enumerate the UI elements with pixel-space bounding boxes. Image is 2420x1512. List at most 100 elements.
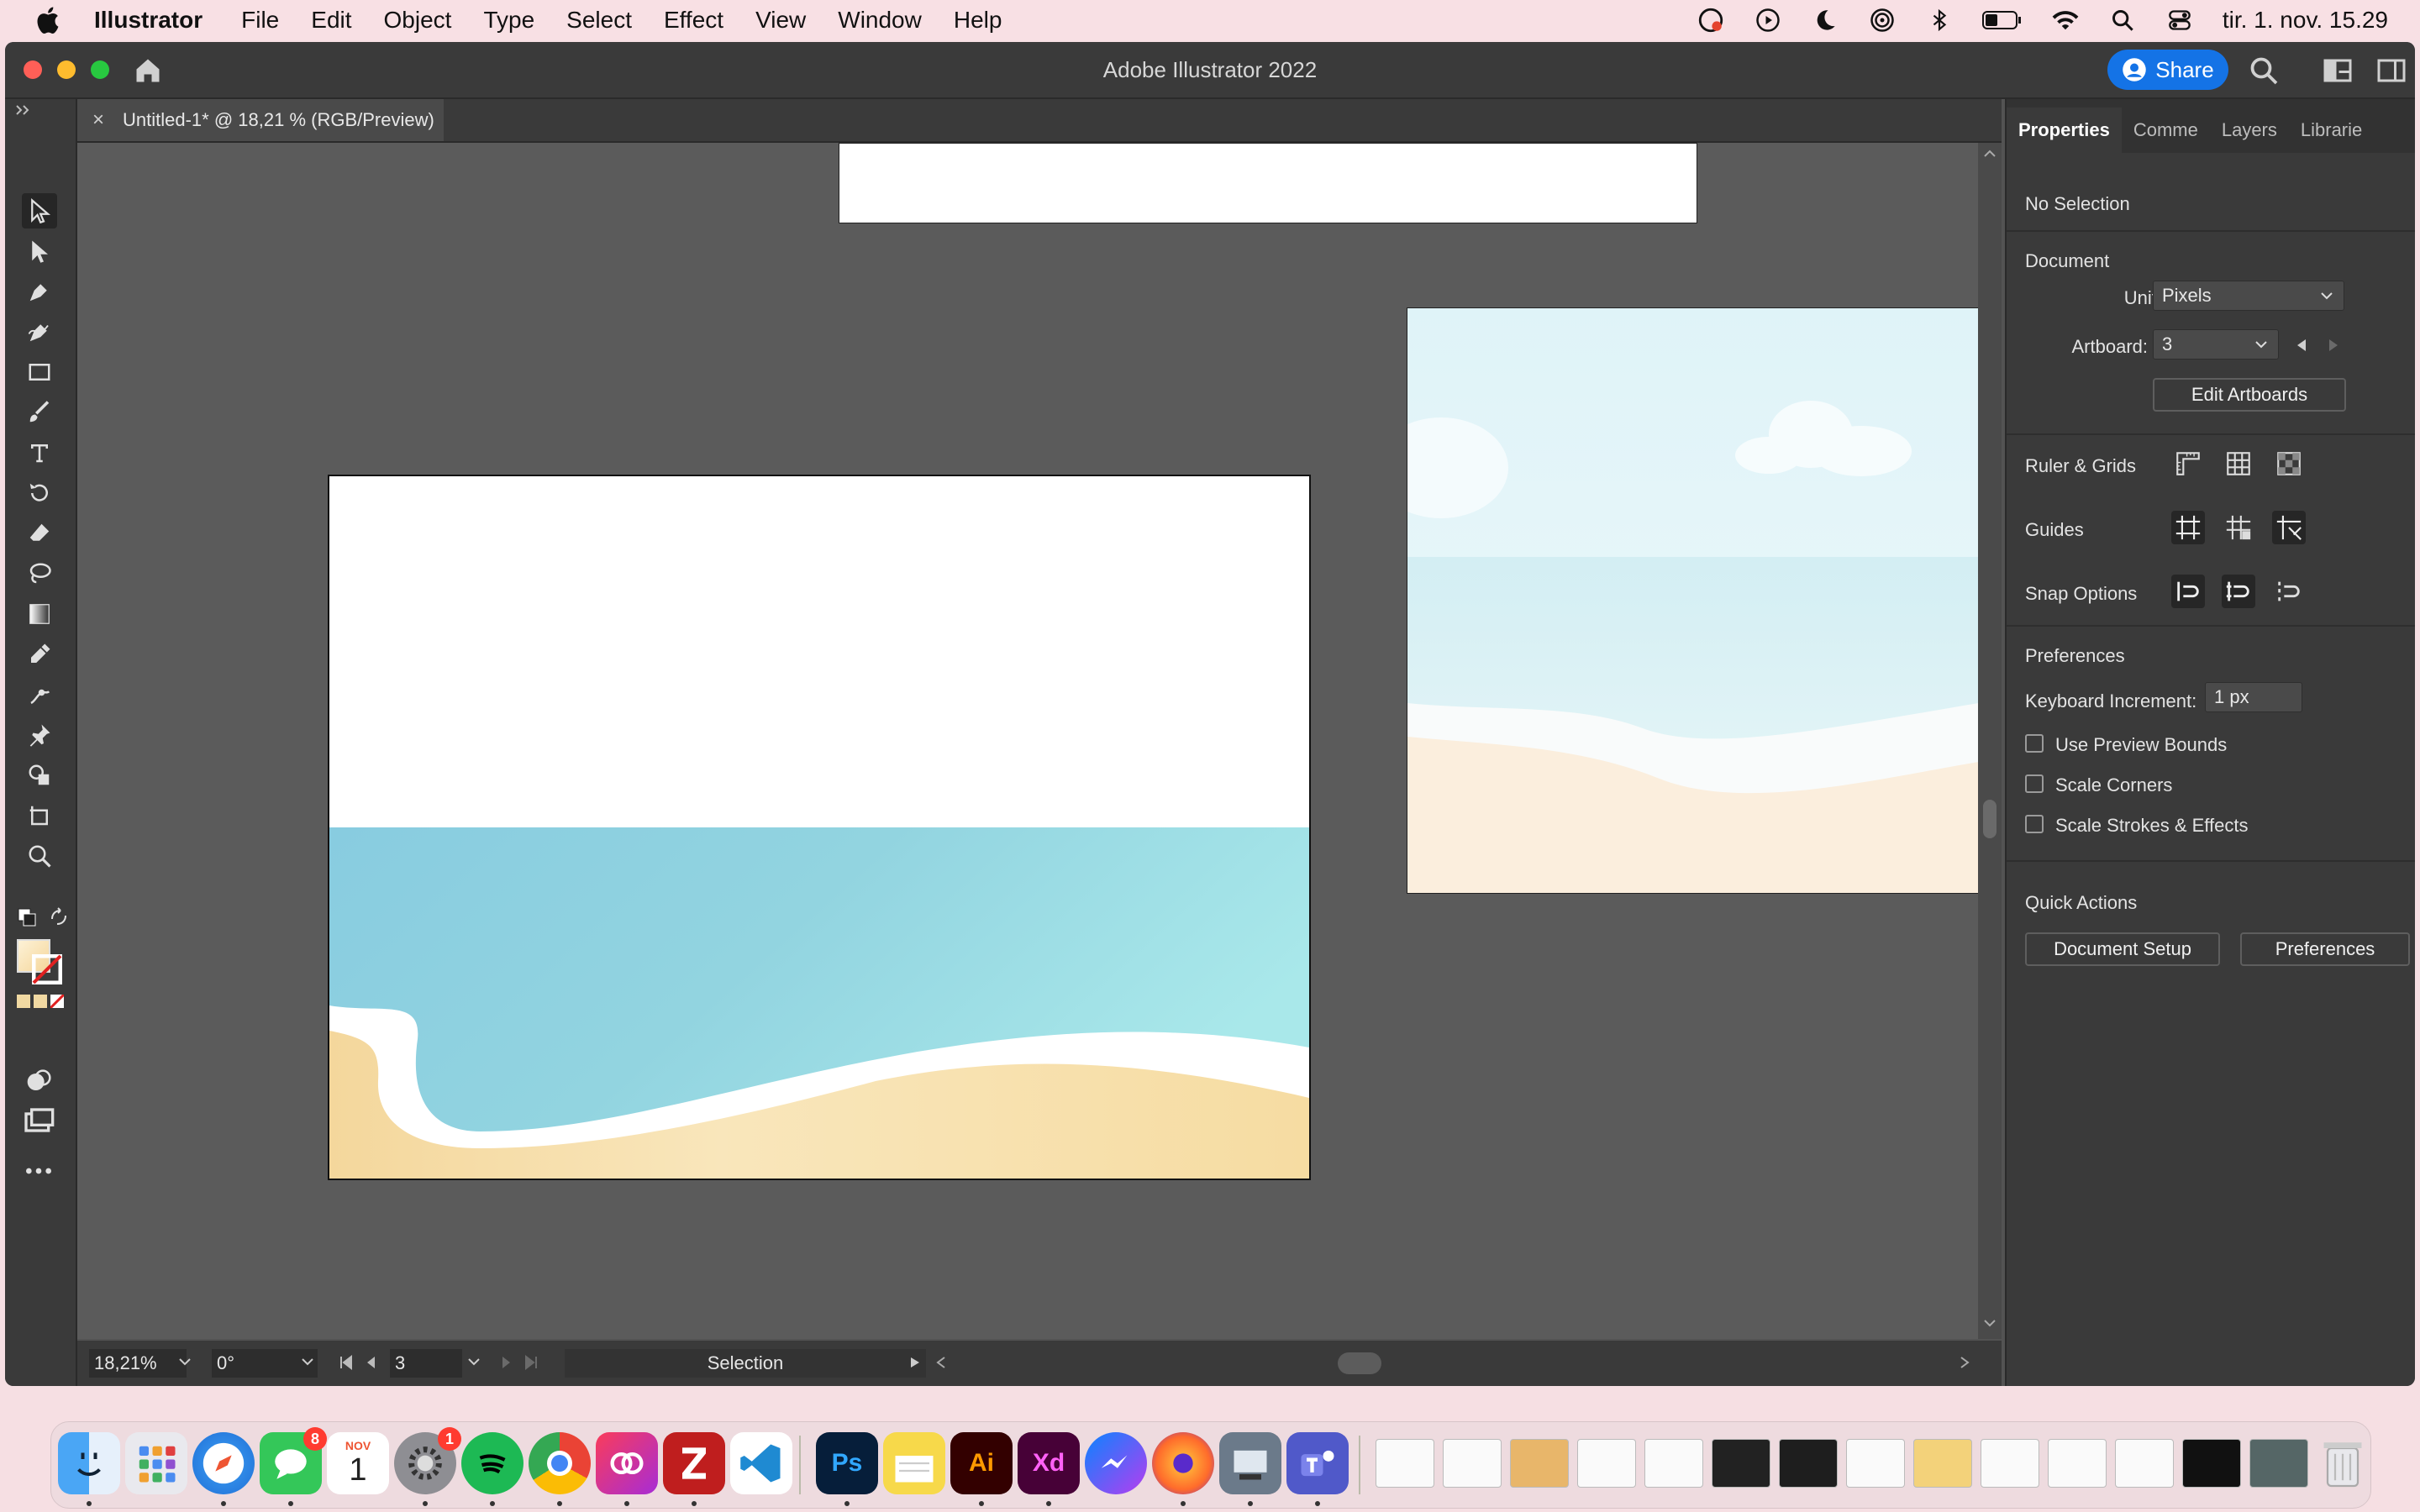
toggle-transparency-grid-button[interactable] <box>2272 447 2306 480</box>
minimized-window-thumbnail[interactable] <box>1443 1439 1502 1488</box>
artboard-number-field[interactable]: 3 <box>390 1349 462 1378</box>
color-mode-buttons[interactable] <box>17 995 66 1008</box>
current-tool-readout[interactable]: Selection <box>565 1349 926 1378</box>
dock-creative-cloud[interactable] <box>596 1432 658 1506</box>
minimized-window-thumbnail[interactable] <box>1846 1439 1905 1488</box>
zoom-dropdown-chevron-icon[interactable] <box>178 1357 192 1368</box>
dock-launchpad[interactable] <box>125 1432 187 1494</box>
lasso-tool[interactable] <box>22 556 57 591</box>
minimized-window-thumbnail[interactable] <box>1913 1439 1972 1488</box>
dock-xd[interactable]: Xd <box>1018 1432 1080 1506</box>
preferences-button[interactable]: Preferences <box>2240 932 2410 966</box>
dock-messenger[interactable] <box>1085 1432 1147 1494</box>
dock-safari[interactable] <box>192 1432 255 1506</box>
minimized-window-thumbnail[interactable] <box>1644 1439 1703 1488</box>
minimized-window-thumbnail[interactable] <box>2115 1439 2174 1488</box>
artboard-top-partial[interactable] <box>839 143 1697 223</box>
scroll-up-arrow-icon[interactable] <box>1983 148 1996 158</box>
vertical-scroll-thumb[interactable] <box>1983 800 1996 838</box>
edit-toolbar-more-icon[interactable] <box>22 1154 55 1188</box>
use-preview-bounds-checkbox[interactable] <box>2025 734 2044 753</box>
direct-selection-tool[interactable] <box>22 234 57 269</box>
vertical-scrollbar[interactable] <box>1978 143 2002 1339</box>
keyboard-increment-input[interactable]: 1 px <box>2205 682 2302 712</box>
menubar-clock[interactable]: tir. 1. nov. 15.29 <box>2223 7 2388 34</box>
collapse-panel-chevrons-icon[interactable] <box>15 104 34 116</box>
paintbrush-tool[interactable] <box>22 395 57 430</box>
dock-system-preferences[interactable]: 1 <box>394 1427 461 1506</box>
scroll-right-arrow-icon[interactable] <box>1960 1356 1971 1369</box>
artboard-main-beach[interactable] <box>328 475 1311 1180</box>
tab-comments[interactable]: Comme <box>2122 108 2210 153</box>
battery-icon[interactable] <box>1981 6 2023 34</box>
next-artboard-icon[interactable] <box>497 1354 514 1371</box>
menu-effect[interactable]: Effect <box>664 7 723 34</box>
minimized-window-thumbnail[interactable] <box>1510 1439 1569 1488</box>
tab-properties[interactable]: Properties <box>2007 108 2122 153</box>
menu-type[interactable]: Type <box>483 7 534 34</box>
stroke-none-swatch[interactable] <box>32 954 62 984</box>
dock-trash[interactable] <box>2312 1432 2374 1494</box>
menu-object[interactable]: Object <box>384 7 452 34</box>
minimized-window-thumbnail[interactable] <box>2182 1439 2241 1488</box>
app-menu-illustrator[interactable]: Illustrator <box>94 7 203 34</box>
swap-fill-stroke-icon[interactable] <box>49 907 69 927</box>
artboard-tool[interactable] <box>22 798 57 833</box>
control-center-icon[interactable] <box>2165 6 2194 34</box>
minimized-window-thumbnail[interactable] <box>1712 1439 1770 1488</box>
last-artboard-icon[interactable] <box>523 1354 539 1371</box>
wifi-icon[interactable] <box>2051 6 2080 34</box>
status-menu-arrow-icon[interactable] <box>909 1356 921 1369</box>
rectangle-tool[interactable] <box>22 354 57 390</box>
artboard-previous-icon[interactable] <box>2296 338 2307 353</box>
minimized-window-thumbnail[interactable] <box>1577 1439 1636 1488</box>
pin-tool[interactable] <box>22 717 57 753</box>
arrange-documents-icon[interactable] <box>2323 55 2353 86</box>
menu-edit[interactable]: Edit <box>311 7 351 34</box>
scroll-down-arrow-icon[interactable] <box>1983 1319 1996 1329</box>
dock-teams[interactable] <box>1286 1432 1349 1506</box>
dock-filezilla[interactable] <box>663 1432 725 1506</box>
dock-photoshop[interactable]: Ps <box>816 1432 878 1506</box>
minimized-window-thumbnail[interactable] <box>1376 1439 1434 1488</box>
artboard-right-beach[interactable] <box>1407 307 1978 894</box>
snap-to-grid-button[interactable] <box>2222 575 2255 608</box>
eraser-tool[interactable] <box>22 516 57 551</box>
blend-tool[interactable] <box>22 677 57 712</box>
dock-calendar[interactable]: NOV 1 <box>327 1432 389 1494</box>
snap-to-pixel-button[interactable] <box>2272 575 2306 608</box>
bluetooth-icon[interactable] <box>1925 6 1954 34</box>
share-button[interactable]: Share <box>2107 50 2228 90</box>
zoom-level-field[interactable]: 18,21% <box>89 1349 187 1378</box>
play-status-icon[interactable] <box>1754 6 1782 34</box>
tab-layers[interactable]: Layers <box>2210 108 2289 153</box>
minimized-window-thumbnail[interactable] <box>1779 1439 1838 1488</box>
minimized-window-thumbnail[interactable] <box>2048 1439 2107 1488</box>
shape-builder-tool[interactable] <box>22 758 57 793</box>
scale-corners-checkbox[interactable] <box>2025 774 2044 793</box>
menu-view[interactable]: View <box>755 7 806 34</box>
document-tab[interactable]: × Untitled-1* @ 18,21 % (RGB/Preview) <box>77 99 444 141</box>
artboard-dropdown[interactable]: 3 <box>2153 329 2279 360</box>
minimized-window-thumbnail[interactable] <box>2249 1439 2308 1488</box>
dock-firefox[interactable] <box>1152 1432 1214 1506</box>
rotation-dropdown-chevron-icon[interactable] <box>301 1357 314 1368</box>
previous-artboard-icon[interactable] <box>363 1354 380 1371</box>
menu-help[interactable]: Help <box>954 7 1002 34</box>
close-document-icon[interactable]: × <box>92 108 104 132</box>
units-dropdown[interactable]: Pixels <box>2153 281 2344 311</box>
pen-tool[interactable] <box>22 274 57 309</box>
spotlight-search-icon[interactable] <box>2108 6 2137 34</box>
snap-to-point-button[interactable] <box>2171 575 2205 608</box>
selection-tool[interactable] <box>22 193 57 228</box>
workspace-switcher-icon[interactable] <box>2376 55 2407 86</box>
dock-screenshot-utility[interactable] <box>1219 1432 1281 1506</box>
scale-strokes-effects-checkbox[interactable] <box>2025 815 2044 833</box>
document-setup-button[interactable]: Document Setup <box>2025 932 2220 966</box>
horizontal-scroll-thumb[interactable] <box>1338 1352 1381 1374</box>
first-artboard-icon[interactable] <box>338 1354 355 1371</box>
menu-window[interactable]: Window <box>838 7 922 34</box>
dock-notes[interactable] <box>883 1432 945 1494</box>
creative-cloud-status-icon[interactable] <box>1697 6 1725 34</box>
draw-mode-icon[interactable] <box>22 1065 55 1099</box>
